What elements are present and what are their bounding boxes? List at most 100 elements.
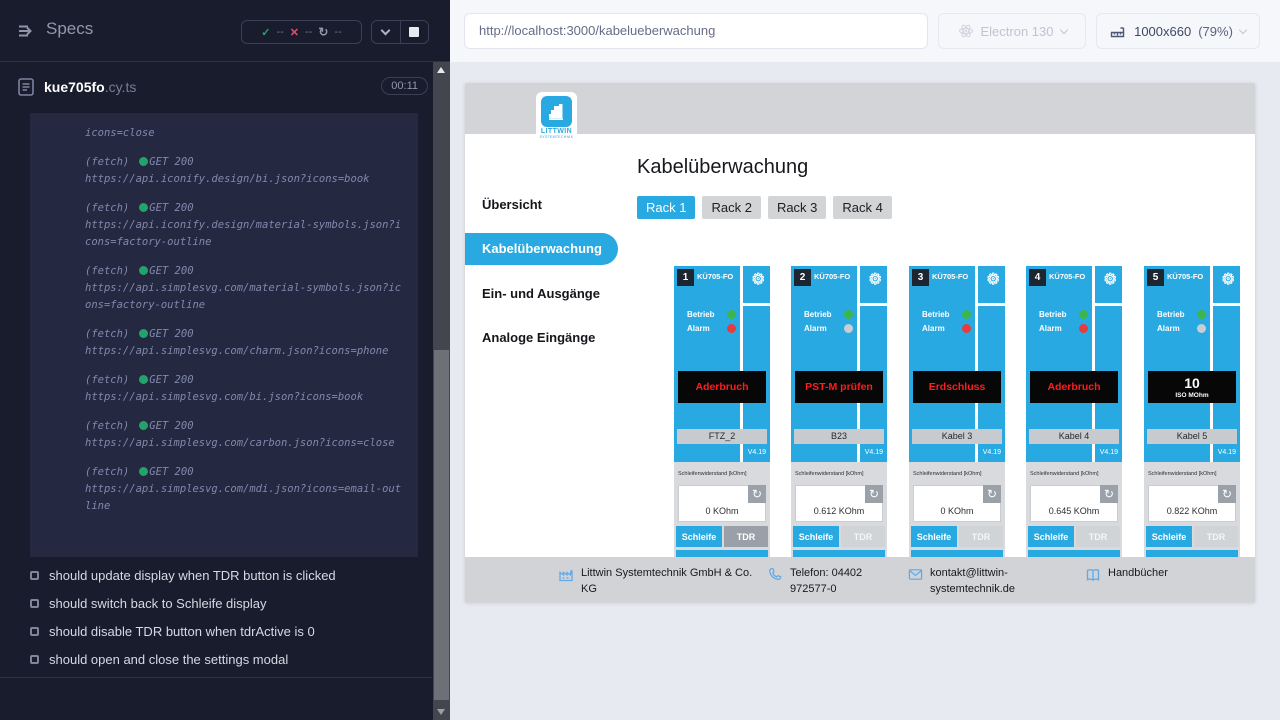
tdr-button[interactable]: TDR [1076,526,1120,547]
success-dot-icon [139,467,148,476]
device-settings-icon[interactable]: ⚙ [1104,270,1117,288]
stop-button[interactable] [400,21,429,43]
log-entry[interactable]: (fetch)GET 200 https://api.simplesvg.com… [85,372,404,406]
footer-company: Littwin Systemtechnik GmbH & Co. KG [558,566,763,598]
pending-icon: ↻ [318,25,328,39]
viewport-zoom: (79%) [1198,24,1233,39]
device-model: KÜ705-FO [1049,272,1085,281]
runner-scrollbar[interactable] [433,62,450,720]
schleife-button[interactable]: Schleife [911,526,957,547]
runner-controls [371,20,429,44]
logo-sub-text: SYSTEMTECHNIK [536,135,577,139]
scroll-down-icon[interactable] [437,709,445,715]
scroll-up-icon[interactable] [437,67,445,73]
log-command: (fetch) [85,466,129,478]
test-item[interactable]: should update display when TDR button is… [0,563,432,591]
alarm-led [727,324,736,333]
test-item[interactable]: should disable TDR button when tdrActive… [0,619,432,647]
refresh-icon[interactable]: ↻ [748,485,766,503]
test-item[interactable]: should open and close the settings modal [0,647,432,675]
stop-icon [409,27,419,37]
sidebar-item-kabelueberwachung[interactable]: Kabelüberwachung [465,233,618,265]
tdr-button[interactable]: TDR [959,526,1003,547]
alarm-label: Alarm [1157,324,1180,333]
log-entry[interactable]: (fetch)GET 200 https://api.simplesvg.com… [85,326,404,360]
logo-brand-text: LITTWIN [536,128,577,135]
log-entry[interactable]: (fetch)GET 200 https://api.iconify.desig… [85,200,404,251]
tab-rack-4[interactable]: Rack 4 [833,196,891,219]
log-url: https://api.simplesvg.com/material-symbo… [85,280,404,314]
success-dot-icon [139,203,148,212]
sidebar-item-uebersicht[interactable]: Übersicht [482,197,542,212]
tdr-button[interactable]: TDR [724,526,768,547]
device-model: KÜ705-FO [814,272,850,281]
log-entry[interactable]: (fetch)GET 200 https://api.iconify.desig… [85,154,404,188]
refresh-icon[interactable]: ↻ [865,485,883,503]
specs-menu-icon[interactable] [16,21,36,41]
footer-phone: Telefon: 04402 972577-0 [768,566,898,598]
schleife-button[interactable]: Schleife [793,526,839,547]
url-bar[interactable]: http://localhost:3000/kabelueberwachung [464,13,928,49]
measurement-panel: Schleifenwiderstand [kOhm] ↻ 0 KOhm Schl… [909,462,1005,557]
tdr-button[interactable]: TDR [841,526,885,547]
spec-timer: 00:11 [381,77,428,95]
test-item[interactable]: should switch back to Schleife display [0,591,432,619]
email-icon [908,567,923,582]
measurement-value: 0 KOhm [679,506,765,516]
test-state-icon [30,599,39,608]
company-logo[interactable]: LITTWIN SYSTEMTECHNIK [536,92,577,146]
betrieb-label: Betrieb [1157,310,1185,319]
passed-icon: ✓ [261,26,270,39]
refresh-icon[interactable]: ↻ [1100,485,1118,503]
viewport-select[interactable]: 1000x660 (79%) [1096,13,1260,49]
betrieb-label: Betrieb [687,310,715,319]
device-model: KÜ705-FO [932,272,968,281]
log-entry[interactable]: (fetch)GET 200 https://api.simplesvg.com… [85,263,404,314]
card-bottom-strip [1146,550,1238,557]
measurement-label: Schleifenwiderstand [kOhm] [678,471,746,477]
spec-file-icon [17,77,35,97]
phone-number: Telefon: 04402 972577-0 [790,566,898,598]
manuals-label: Handbücher [1108,566,1168,583]
log-status: GET 200 [149,202,193,214]
scrollbar-thumb[interactable] [434,350,449,700]
log-entry[interactable]: (fetch)GET 200 https://api.simplesvg.com… [85,418,404,452]
sidebar-item-ein-und-ausgaenge[interactable]: Ein- und Ausgänge [482,286,600,301]
runner-header: Specs ✓ -- ✕ -- ↻ -- [0,0,450,62]
betrieb-label: Betrieb [1039,310,1067,319]
device-settings-icon[interactable]: ⚙ [752,270,765,288]
slot-number: 5 [1147,269,1164,286]
device-settings-icon[interactable]: ⚙ [869,270,882,288]
schleife-button[interactable]: Schleife [676,526,722,547]
device-card-1: 1 KÜ705-FO ⚙ Betrieb Alarm Aderbruch FTZ… [674,266,770,557]
tab-rack-3[interactable]: Rack 3 [768,196,826,219]
rack-tabs: Rack 1 Rack 2 Rack 3 Rack 4 [637,196,892,219]
sidebar-item-analoge-eingaenge[interactable]: Analoge Eingänge [482,330,595,345]
tab-rack-1[interactable]: Rack 1 [637,196,695,219]
schleife-button[interactable]: Schleife [1028,526,1074,547]
footer-email[interactable]: kontakt@littwin-systemtechnik.de [908,566,1033,598]
success-dot-icon [139,329,148,338]
device-card-4: 4 KÜ705-FO ⚙ Betrieb Alarm Aderbruch Kab… [1026,266,1122,557]
device-settings-icon[interactable]: ⚙ [1222,270,1235,288]
spec-file-row[interactable]: kue705fo.cy.ts 00:11 [0,62,450,112]
device-front: 4 KÜ705-FO ⚙ Betrieb Alarm Aderbruch Kab… [1026,266,1122,462]
device-settings-icon[interactable]: ⚙ [987,270,1000,288]
schleife-button[interactable]: Schleife [1146,526,1192,547]
command-log[interactable]: icons=close (fetch)GET 200 https://api.i… [30,113,418,557]
test-title: should disable TDR button when tdrActive… [49,624,315,639]
tdr-button[interactable]: TDR [1194,526,1238,547]
device-card-2: 2 KÜ705-FO ⚙ Betrieb Alarm PST-M prüfen … [791,266,887,557]
company-name: Littwin Systemtechnik GmbH & Co. KG [581,566,756,598]
measurement-label: Schleifenwiderstand [kOhm] [913,471,981,477]
browser-select[interactable]: Electron 130 [938,13,1086,49]
refresh-icon[interactable]: ↻ [983,485,1001,503]
log-entry[interactable]: (fetch)GET 200 https://api.simplesvg.com… [85,464,404,515]
collapse-button[interactable] [372,21,400,43]
logo-icon [541,96,572,127]
test-state-icon [30,627,39,636]
tab-rack-2[interactable]: Rack 2 [702,196,760,219]
footer-manuals[interactable]: Handbücher [1085,566,1168,583]
measurement-box: ↻ 0 KOhm [913,485,1001,522]
refresh-icon[interactable]: ↻ [1218,485,1236,503]
